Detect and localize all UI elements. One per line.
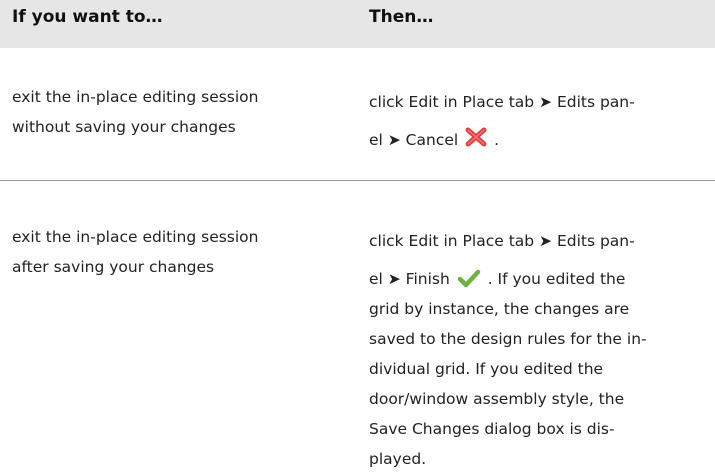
- finish-check-icon: [457, 269, 480, 288]
- row-2-then-line-6: door/window assembly style, the: [369, 390, 625, 408]
- header-col-if-you-want-to: If you want to…: [12, 7, 163, 27]
- row-1-action-line-1: exit the in-place editing session: [12, 88, 259, 106]
- row-2-then-line-3: grid by instance, the changes are: [369, 300, 630, 318]
- row-1-then-period: .: [494, 131, 500, 149]
- cancel-x-icon: [465, 127, 487, 147]
- row-2-then-line-5: dividual grid. If you edited the: [369, 360, 604, 378]
- header-col-then: Then…: [369, 7, 434, 27]
- row-2-then: click Edit in Place tab ➤ Edits pan- el …: [369, 226, 705, 474]
- row-2-then-line-1: click Edit in Place tab ➤ Edits pan-: [369, 232, 635, 250]
- table-header: If you want to… Then…: [0, 0, 715, 48]
- row-2-action: exit the in-place editing session after …: [12, 222, 342, 282]
- row-1-then: click Edit in Place tab ➤ Edits pan- el …: [369, 87, 705, 155]
- row-2-then-text: el ➤ Finish: [369, 270, 450, 288]
- row-2-action-line-1: exit the in-place editing session: [12, 228, 259, 246]
- row-1-action: exit the in-place editing session withou…: [12, 82, 342, 142]
- row-1-then-line-1: click Edit in Place tab ➤ Edits pan-: [369, 93, 635, 111]
- row-1-action-line-2: without saving your changes: [12, 118, 236, 136]
- row-2-then-line-4: saved to the design rules for the in-: [369, 330, 647, 348]
- row-2-then-line-7: Save Changes dialog box is dis-: [369, 420, 615, 438]
- row-2-action-line-2: after saving your changes: [12, 258, 215, 276]
- row-2-then-line-8: played.: [369, 450, 427, 468]
- row-1-then-text: el ➤ Cancel: [369, 131, 459, 149]
- row-divider: [0, 180, 715, 181]
- row-1-then-line-2: el ➤ Cancel .: [369, 125, 705, 155]
- row-2-then-line-2: el ➤ Finish . If you edited the: [369, 264, 705, 294]
- row-2-then-continuation: . If you edited the: [487, 270, 626, 288]
